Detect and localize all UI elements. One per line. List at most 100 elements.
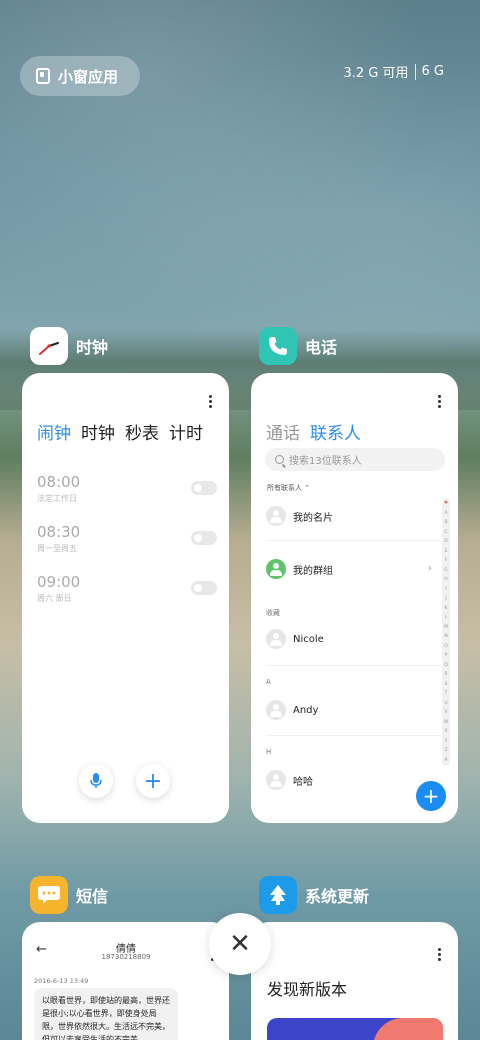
update-app-icon [259,876,297,914]
sms-app-card[interactable]: ← 倩倩 18730218809 2016-6-13 13:49 以眼看世界，即… [22,922,229,1040]
add-alarm-button[interactable]: + [136,764,170,798]
tab-contacts[interactable]: 联系人 [310,419,361,444]
section-header: H [266,748,272,756]
clock-app-card[interactable]: 闹钟 时钟 秒表 计时 08:00 法定工作日 08:30 周一至周五 09:0… [22,373,229,823]
add-contact-button[interactable]: + [416,781,446,811]
tab-alarm[interactable]: 闹钟 [37,419,71,444]
update-title: 发现新版本 [267,980,348,999]
alphabet-index-letter[interactable]: ♥ [444,501,448,506]
alphabet-index-letter[interactable]: Q [444,663,448,668]
contact-item[interactable]: Andy [266,697,318,723]
phone-app-header[interactable]: 电话 [259,327,337,365]
alarm-toggle[interactable] [191,581,217,595]
avatar [266,770,286,790]
contact-name: 我的群组 [293,565,333,577]
alphabet-index-letter[interactable]: L [445,615,448,620]
alphabet-index-letter[interactable]: N [444,634,447,639]
my-groups-item[interactable]: 我的群组 [266,556,333,582]
message-date: 2016-6-13 13:49 [34,977,89,985]
alphabet-index-letter[interactable]: W [444,720,448,725]
close-icon: ✕ [229,929,251,959]
update-app-card[interactable]: 发现新版本 [251,922,458,1040]
alphabet-index-letter[interactable]: R [444,672,447,677]
clear-all-button[interactable]: ✕ [209,913,271,975]
alphabet-index-letter[interactable]: # [444,758,448,763]
search-icon [275,455,284,464]
alphabet-index-letter[interactable]: J [445,596,446,601]
alphabet-index-letter[interactable]: S [445,682,448,687]
alphabet-index-letter[interactable]: T [445,691,448,696]
contact-item[interactable]: Nicole [266,626,324,652]
conversation-contact-number: 18730218809 [101,953,151,961]
alarm-time: 08:00 [37,473,81,491]
alphabet-index-letter[interactable]: M [444,625,448,630]
alphabet-index-letter[interactable]: I [445,587,446,592]
alarm-repeat: 法定工作日 [37,494,77,503]
phone-app-icon [259,327,297,365]
section-header: 收藏 [266,609,280,617]
alphabet-index-letter[interactable]: O [444,644,448,649]
voice-button[interactable] [79,764,113,798]
plus-icon: + [143,768,163,794]
clock-app-header[interactable]: 时钟 [30,327,108,365]
mini-window-label: 小窗应用 [58,67,119,86]
phone-tabs: 通话 联系人 [266,419,361,444]
alphabet-index-letter[interactable]: V [444,710,447,715]
divider [266,735,441,736]
plus-icon: + [422,784,440,808]
alphabet-index-letter[interactable]: B [444,520,447,525]
clock-app-icon [30,327,68,365]
alphabet-index-letter[interactable]: D [444,539,447,544]
alarm-toggle[interactable] [191,481,217,495]
mini-window-icon [36,68,50,84]
alphabet-index[interactable]: ♥ A B C D E F G H I J K L M N O P Q R S T U V W X Y Z # [442,498,450,766]
update-app-name: 系统更新 [305,887,370,906]
contact-item[interactable]: 哈哈 [266,767,313,793]
alarm-toggle[interactable] [191,531,217,545]
more-options-icon[interactable] [438,395,442,408]
more-options-icon[interactable] [209,395,213,408]
all-contacts-filter[interactable]: 所有联系人 ⌃ [267,483,310,493]
alphabet-index-letter[interactable]: H [444,577,447,582]
alarm-item[interactable]: 08:30 周一至周五 [37,523,217,563]
alphabet-index-letter[interactable]: X [444,729,447,734]
message-bubble: 以眼看世界，即使站的最高，世界还是很小;以心看世界，即使身处局限，世界依然很大。… [34,988,178,1040]
wallpaper [0,0,480,360]
alphabet-index-letter[interactable]: E [445,549,448,554]
alphabet-index-letter[interactable]: C [444,530,447,535]
alarm-item[interactable]: 08:00 法定工作日 [37,473,217,513]
my-card-item[interactable]: 我的名片 [266,503,333,529]
memory-status: 3.2 G 可用 6 G [344,62,444,81]
contact-name: Nicole [293,633,324,645]
alphabet-index-letter[interactable]: U [444,701,447,706]
alphabet-index-letter[interactable]: G [444,568,448,573]
update-banner [267,1018,443,1040]
contact-search-input[interactable]: 搜索13位联系人 [265,448,445,471]
sms-app-icon [30,876,68,914]
tab-clock[interactable]: 时钟 [81,419,115,444]
tab-timer[interactable]: 计时 [169,419,203,444]
alarm-time: 09:00 [37,573,81,591]
alphabet-index-letter[interactable]: K [445,606,448,611]
phone-app-card[interactable]: 通话 联系人 搜索13位联系人 所有联系人 ⌃ 我的名片 我的群组 › 收藏 N… [251,373,458,823]
alarm-repeat: 周六 周日 [37,594,72,603]
alphabet-index-letter[interactable]: P [445,653,448,658]
more-options-icon[interactable] [438,948,442,961]
contact-name: Andy [293,704,319,716]
avatar [266,506,286,526]
divider [266,665,441,666]
alphabet-index-letter[interactable]: Z [444,748,447,753]
alphabet-index-letter[interactable]: A [444,511,447,516]
alarm-repeat: 周一至周五 [37,544,77,553]
avatar [266,629,286,649]
tab-calls[interactable]: 通话 [266,419,300,444]
memory-total: 6 G [421,64,444,79]
tab-stopwatch[interactable]: 秒表 [125,419,159,444]
alphabet-index-letter[interactable]: Y [445,739,448,744]
alarm-item[interactable]: 09:00 周六 周日 [37,573,217,613]
contact-name: 哈哈 [293,776,313,788]
alphabet-index-letter[interactable]: F [445,558,448,563]
mini-window-button[interactable]: 小窗应用 [20,56,140,96]
sms-app-header[interactable]: 短信 [30,876,108,914]
update-app-header[interactable]: 系统更新 [259,876,369,914]
